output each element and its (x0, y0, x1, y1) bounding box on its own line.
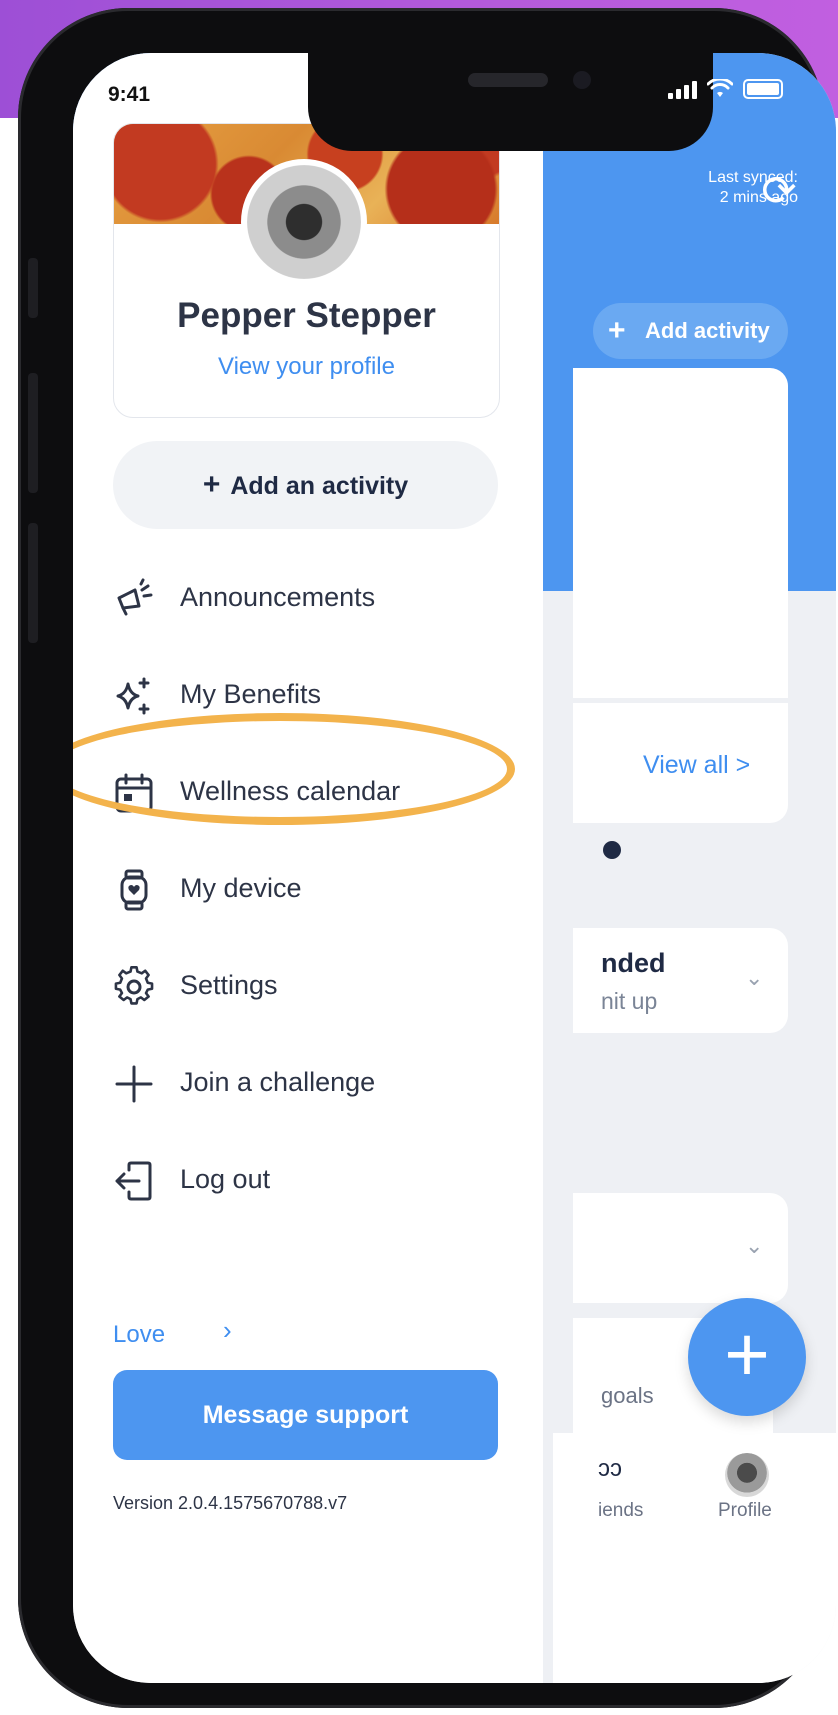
floating-add-button[interactable]: + (688, 1298, 806, 1416)
plus-icon: + (608, 314, 626, 347)
view-profile-link[interactable]: View your profile (114, 353, 499, 381)
profile-card[interactable]: Pepper Stepper View your profile (113, 123, 500, 418)
menu-item-label: Announcements (180, 582, 376, 612)
menu-item-join-challenge[interactable]: Join a challenge (113, 1053, 513, 1113)
front-camera (573, 71, 591, 89)
chevron-down-icon[interactable]: ⌄ (745, 1233, 763, 1259)
silent-switch (28, 258, 38, 318)
sync-icon[interactable]: ⟳ (753, 165, 805, 217)
goals-text: goals (601, 1383, 654, 1408)
profile-name: Pepper Stepper (177, 296, 436, 335)
cellular-signal-icon (668, 79, 697, 99)
chevron-right-icon[interactable]: › (223, 1315, 232, 1346)
stage: 9:41 Last synced: 2 mins ago ⟳ + Add act… (0, 0, 838, 1715)
menu-item-label: My Benefits (180, 679, 322, 709)
notch (308, 53, 713, 151)
version-text: Version 2.0.4.1575670788.v7 (113, 1493, 348, 1513)
menu-item-label: Settings (180, 970, 278, 1000)
tab-friends-label[interactable]: iends (598, 1500, 643, 1522)
chevron-down-icon[interactable]: ⌄ (745, 965, 763, 991)
menu-item-label: My device (180, 873, 302, 903)
gear-icon (114, 966, 154, 1005)
menu-item-label: Log out (180, 1164, 271, 1194)
side-drawer: Pepper Stepper View your profile + Add an… (73, 53, 543, 1683)
avatar[interactable] (241, 159, 367, 285)
menu-item-log-out[interactable]: Log out (113, 1150, 513, 1210)
tab-bar (553, 1433, 836, 1683)
profile-tab-avatar[interactable] (725, 1453, 769, 1497)
plus-icon: + (202, 468, 221, 501)
card-title: nded (601, 948, 666, 978)
plus-icon (115, 1065, 153, 1103)
message-support-button[interactable]: Message support (113, 1370, 498, 1460)
battery-icon (743, 79, 783, 99)
phone-frame: 9:41 Last synced: 2 mins ago ⟳ + Add act… (18, 8, 836, 1708)
tab-profile-label[interactable]: Profile (718, 1500, 772, 1522)
add-an-activity-button[interactable]: + Add an activity (113, 441, 498, 529)
menu-item-announcements[interactable]: Announcements (113, 568, 513, 628)
card-subtitle: nit up (601, 988, 658, 1014)
wifi-icon (707, 79, 733, 97)
volume-up-button (28, 373, 38, 493)
add-activity-button[interactable]: + Add activity (593, 303, 788, 359)
speaker (468, 73, 548, 87)
sparkle-icon (116, 677, 150, 715)
logout-icon (115, 1161, 152, 1201)
volume-down-button (28, 523, 38, 643)
smartwatch-icon (120, 869, 148, 911)
status-time: 9:41 (108, 83, 151, 106)
phone-screen: 9:41 Last synced: 2 mins ago ⟳ + Add act… (73, 53, 836, 1683)
friends-icon[interactable]: ↄↄ (598, 1455, 622, 1483)
menu-item-label: Join a challenge (180, 1067, 376, 1097)
love-link[interactable]: Love (113, 1321, 165, 1349)
section-dot (603, 841, 621, 859)
status-icons (668, 79, 783, 99)
view-all-link[interactable]: View all > (643, 751, 750, 780)
menu-item-settings[interactable]: Settings (113, 956, 513, 1016)
megaphone-icon (117, 578, 153, 616)
background-card (573, 368, 788, 698)
menu-item-my-device[interactable]: My device (113, 859, 513, 919)
